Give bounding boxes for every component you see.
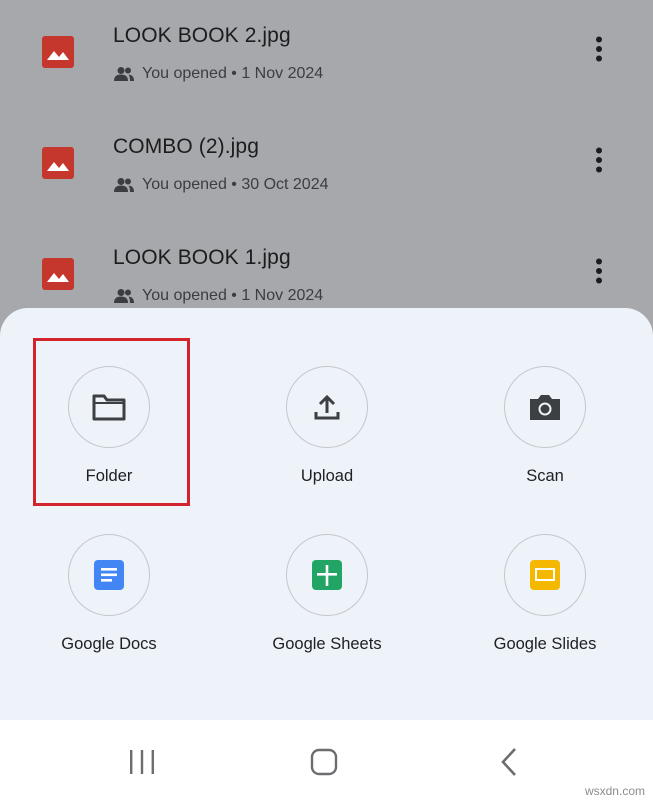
camera-icon-circle[interactable]	[504, 366, 586, 448]
file-meta-text: You opened • 30 Oct 2024	[142, 176, 329, 193]
watermark: wsxdn.com	[584, 784, 645, 798]
recent-apps-icon	[130, 750, 154, 774]
slides-icon-circle[interactable]	[504, 534, 586, 616]
google-docs-button[interactable]: Google Docs	[14, 534, 204, 684]
scan-button[interactable]: Scan	[450, 366, 640, 516]
home-icon	[310, 748, 338, 776]
more-options-button[interactable]	[584, 250, 614, 292]
back-icon	[501, 748, 516, 776]
home-button[interactable]	[304, 742, 344, 782]
system-navigation-bar: wsxdn.com	[0, 720, 653, 802]
create-new-bottom-sheet: Folder Upload Scan Google Docs Google Sh…	[0, 308, 653, 720]
folder-highlight-box	[33, 338, 190, 506]
google-sheets-icon	[312, 560, 342, 590]
back-button[interactable]	[489, 742, 529, 782]
shared-people-icon	[114, 289, 134, 303]
file-name: LOOK BOOK 1.jpg	[113, 246, 291, 269]
google-docs-icon	[94, 560, 124, 590]
file-meta-text: You opened • 1 Nov 2024	[142, 287, 324, 304]
file-meta-text: You opened • 1 Nov 2024	[142, 65, 324, 82]
shared-people-icon	[114, 178, 134, 192]
image-file-icon	[42, 258, 74, 290]
file-row[interactable]: LOOK BOOK 2.jpg You opened • 1 Nov 2024	[0, 14, 653, 125]
more-options-button[interactable]	[584, 139, 614, 181]
shared-people-icon	[114, 67, 134, 81]
google-slides-label: Google Slides	[493, 635, 597, 653]
file-meta: You opened • 1 Nov 2024	[113, 65, 323, 83]
image-file-icon	[42, 147, 74, 179]
upload-button[interactable]: Upload	[232, 366, 422, 516]
image-file-icon	[42, 36, 74, 68]
file-row[interactable]: COMBO (2).jpg You opened • 30 Oct 2024	[0, 125, 653, 236]
more-options-button[interactable]	[584, 28, 614, 70]
file-list: LOOK BOOK 2.jpg You opened • 1 Nov 2024 …	[0, 0, 653, 320]
file-name: COMBO (2).jpg	[113, 135, 259, 158]
upload-label: Upload	[300, 467, 354, 485]
camera-icon	[530, 395, 560, 420]
scan-label: Scan	[526, 467, 564, 485]
google-sheets-label: Google Sheets	[272, 635, 382, 653]
google-slides-button[interactable]: Google Slides	[450, 534, 640, 684]
google-docs-label: Google Docs	[61, 635, 157, 653]
more-vert-icon	[596, 147, 602, 173]
docs-icon-circle[interactable]	[68, 534, 150, 616]
more-vert-icon	[596, 258, 602, 284]
sheets-icon-circle[interactable]	[286, 534, 368, 616]
file-meta: You opened • 30 Oct 2024	[113, 176, 329, 194]
upload-icon-circle[interactable]	[286, 366, 368, 448]
file-name: LOOK BOOK 2.jpg	[113, 24, 291, 47]
google-sheets-button[interactable]: Google Sheets	[232, 534, 422, 684]
file-meta: You opened • 1 Nov 2024	[113, 287, 323, 305]
upload-icon	[314, 394, 340, 420]
google-slides-icon	[530, 560, 560, 590]
more-vert-icon	[596, 36, 602, 62]
recent-apps-button[interactable]	[122, 742, 162, 782]
